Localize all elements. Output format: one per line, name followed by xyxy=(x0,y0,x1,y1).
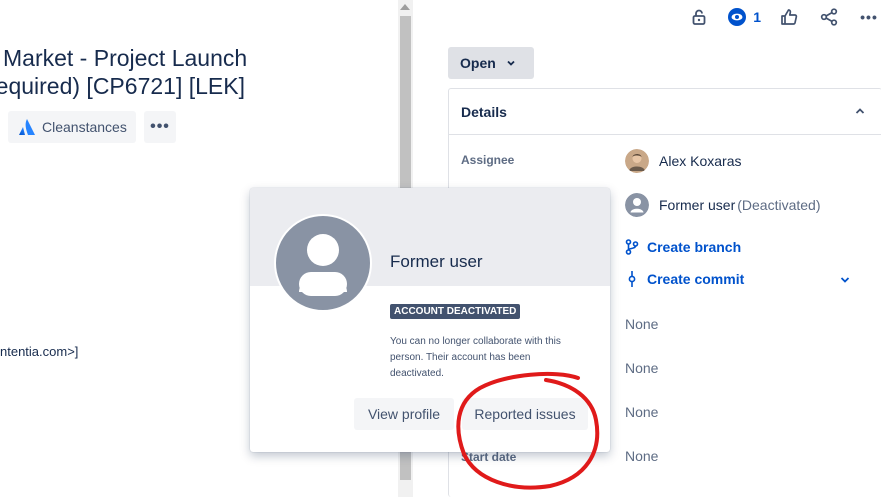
status-dropdown-button[interactable]: Open xyxy=(448,47,534,79)
profile-avatar-icon xyxy=(274,214,372,312)
eye-icon xyxy=(728,8,747,26)
lock-icon[interactable] xyxy=(687,5,711,29)
details-heading: Details xyxy=(461,103,507,120)
app-chip-button[interactable]: Cleanstances xyxy=(8,111,136,143)
atlassian-logo-icon xyxy=(18,118,36,136)
status-label: Open xyxy=(460,55,496,71)
view-profile-button[interactable]: View profile xyxy=(354,398,454,430)
assignee-name: Alex Koxaras xyxy=(659,153,742,169)
share-icon[interactable] xyxy=(817,5,841,29)
assignee-label: Assignee xyxy=(461,153,515,167)
commit-icon xyxy=(628,271,636,287)
deactivated-message: You can no longer collaborate with this … xyxy=(390,336,561,379)
profile-name: Former user xyxy=(390,252,483,271)
create-commit-link[interactable]: Create commit xyxy=(625,271,744,287)
email-text: ntentia.com>] xyxy=(0,344,79,359)
reporter-value[interactable]: Former user (Deactivated) xyxy=(625,193,821,217)
watch-button[interactable]: 1 xyxy=(727,5,761,29)
chevron-up-icon[interactable] xyxy=(854,104,866,120)
profile-card-popup: Former user ACCOUNT DEACTIVATED You can … xyxy=(250,188,610,452)
watch-count: 1 xyxy=(753,9,761,25)
thumbs-up-icon[interactable] xyxy=(777,5,801,29)
issue-title-line-2: required) [CP6721] [LEK] xyxy=(0,73,245,99)
create-branch-link[interactable]: Create branch xyxy=(625,239,741,255)
chevron-down-icon xyxy=(506,55,516,71)
issue-top-actions: 1 ••• xyxy=(671,5,881,29)
issue-more-actions-button[interactable]: ••• xyxy=(144,111,176,143)
issue-title: Market - Project Launch required) [CP672… xyxy=(0,44,398,100)
create-commit-label: Create commit xyxy=(647,271,745,287)
app-chip-label: Cleanstances xyxy=(42,119,127,135)
reporter-status: (Deactivated) xyxy=(737,197,821,213)
assignee-avatar xyxy=(625,149,649,173)
field-value-none[interactable]: None xyxy=(625,404,658,420)
field-value-none[interactable]: None xyxy=(625,316,658,332)
former-user-avatar xyxy=(625,193,649,217)
chevron-down-icon[interactable] xyxy=(839,273,851,291)
create-branch-label: Create branch xyxy=(647,239,742,255)
reporter-name: Former user xyxy=(659,197,736,213)
scroll-up-arrow-icon[interactable] xyxy=(400,4,410,10)
start-date-value[interactable]: None xyxy=(625,448,658,464)
assignee-value[interactable]: Alex Koxaras xyxy=(625,149,741,173)
start-date-label: Start date xyxy=(461,450,517,464)
more-actions-button[interactable]: ••• xyxy=(857,5,881,29)
details-header[interactable]: Details xyxy=(449,89,881,135)
account-deactivated-badge: ACCOUNT DEACTIVATED xyxy=(390,304,521,319)
issue-title-line-1: Market - Project Launch xyxy=(3,45,248,71)
branch-icon xyxy=(625,239,639,255)
field-value-none[interactable]: None xyxy=(625,360,658,376)
reported-issues-button[interactable]: Reported issues xyxy=(462,398,588,430)
